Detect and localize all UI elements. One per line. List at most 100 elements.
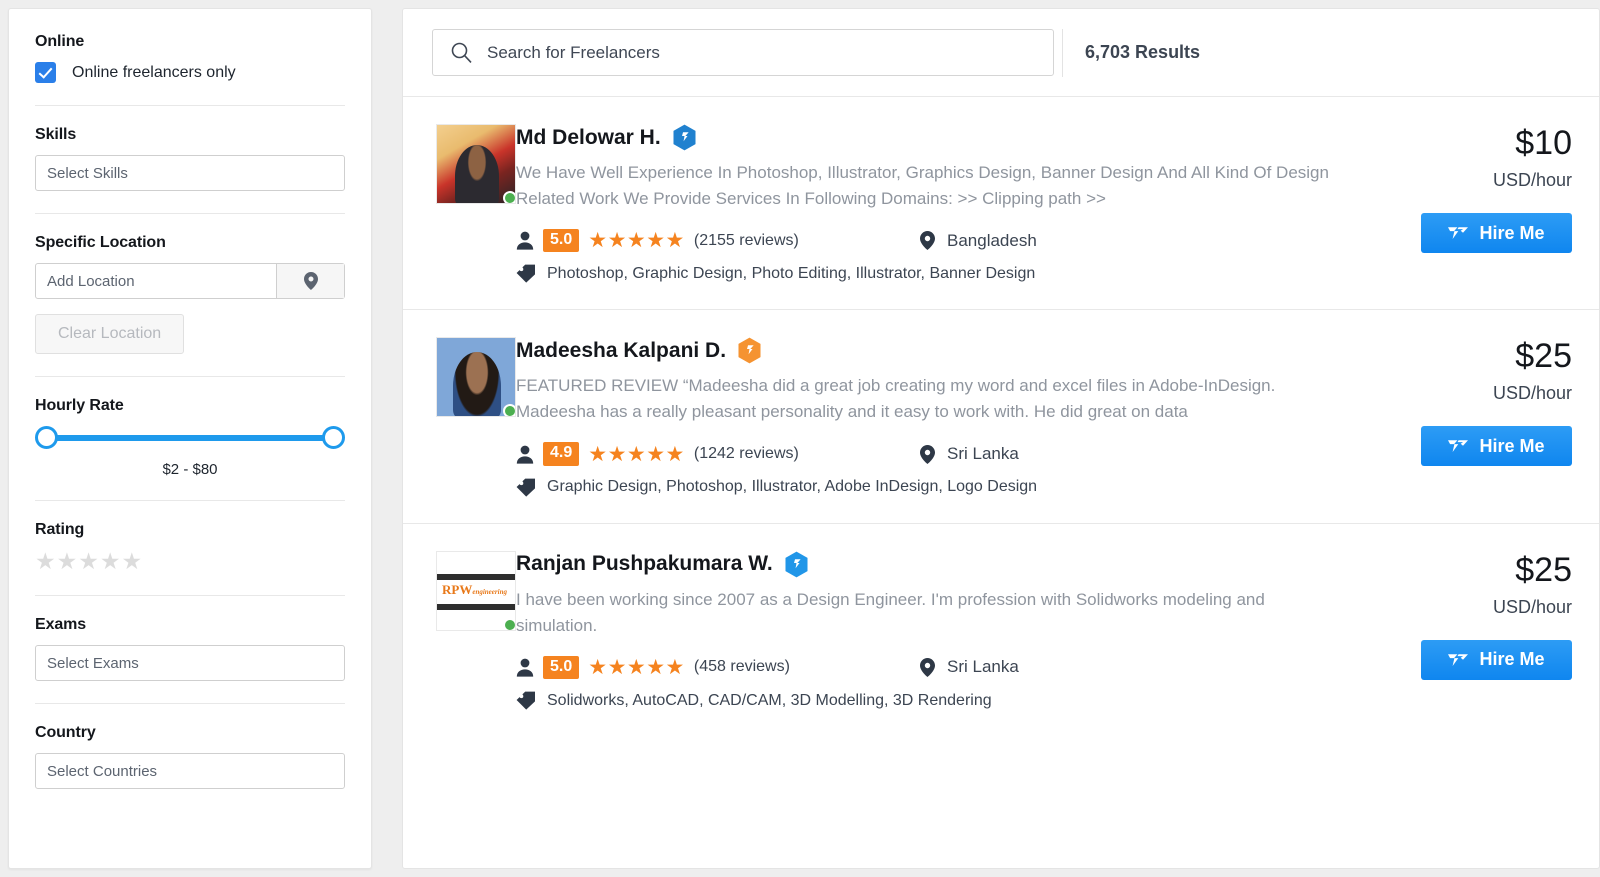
exams-select-input[interactable]: Select Exams bbox=[35, 645, 345, 681]
freelancer-card[interactable]: Md Delowar H. We Have Well Experience In… bbox=[403, 97, 1599, 311]
clear-location-button[interactable]: Clear Location bbox=[35, 314, 185, 354]
tag-icon bbox=[516, 478, 535, 497]
filter-section-skills: Skills Select Skills bbox=[35, 126, 345, 191]
hourly-price: $25 bbox=[1515, 337, 1572, 376]
filter-section-hourly-rate: Hourly Rate $2 - $80 bbox=[35, 397, 345, 478]
results-panel: Search for Freelancers 6,703 Results Md … bbox=[402, 8, 1600, 869]
skills-list: Solidworks, AutoCAD, CAD/CAM, 3D Modelli… bbox=[547, 691, 992, 709]
hire-me-button[interactable]: Hire Me bbox=[1421, 426, 1572, 467]
slider-track bbox=[43, 435, 337, 441]
verified-hexagon-badge-icon bbox=[673, 124, 696, 151]
online-freelancers-only-row[interactable]: Online freelancers only bbox=[35, 62, 345, 83]
freelancer-details: Madeesha Kalpani D. FEATURED REVIEW “Mad… bbox=[516, 337, 1369, 497]
slider-handle-min[interactable] bbox=[35, 426, 58, 449]
hire-me-button[interactable]: Hire Me bbox=[1421, 639, 1572, 680]
rating-stars-selector[interactable]: ★★★★★ bbox=[35, 550, 345, 573]
freelancer-bird-icon bbox=[1448, 440, 1469, 453]
location-group: Sri Lanka bbox=[920, 657, 1019, 677]
avatar-column: RPWengineering bbox=[403, 550, 516, 710]
freelancer-name[interactable]: Ranjan Pushpakumara W. bbox=[516, 552, 773, 576]
rating-stars: ★★★★★ bbox=[588, 229, 685, 253]
review-count: (2155 reviews) bbox=[693, 231, 799, 249]
filter-title-online: Online bbox=[35, 33, 85, 50]
divider bbox=[35, 703, 345, 704]
person-icon bbox=[516, 445, 534, 464]
results-panel-wrapper: Search for Freelancers 6,703 Results Md … bbox=[372, 0, 1600, 877]
freelancer-tagline: I have been working since 2007 as a Desi… bbox=[516, 589, 1265, 635]
avatar[interactable] bbox=[436, 337, 516, 418]
price-column: $25 USD/hour Hire Me bbox=[1369, 551, 1599, 710]
freelancer-details: Ranjan Pushpakumara W. I have been worki… bbox=[516, 551, 1369, 710]
slider-handle-max[interactable] bbox=[322, 426, 345, 449]
divider bbox=[35, 213, 345, 214]
location-name: Sri Lanka bbox=[947, 657, 1019, 677]
skills-row: Solidworks, AutoCAD, CAD/CAM, 3D Modelli… bbox=[516, 691, 1349, 710]
online-status-dot bbox=[503, 617, 515, 630]
rating-group: 5.0 ★★★★★ (458 reviews) bbox=[516, 655, 920, 680]
divider bbox=[35, 376, 345, 377]
location-pin-icon bbox=[920, 657, 935, 677]
hire-me-button[interactable]: Hire Me bbox=[1421, 213, 1572, 253]
freelancer-name[interactable]: Madeesha Kalpani D. bbox=[516, 339, 726, 363]
hourly-price-unit: USD/hour bbox=[1492, 383, 1572, 404]
online-status-dot bbox=[503, 191, 515, 203]
avatar-logo-bar bbox=[437, 603, 515, 610]
skills-row: Graphic Design, Photoshop, Illustrator, … bbox=[516, 478, 1349, 497]
rating-value-badge: 5.0 bbox=[543, 229, 580, 253]
rating-value-badge: 5.0 bbox=[543, 655, 580, 680]
freelancer-name[interactable]: Md Delowar H. bbox=[516, 126, 661, 150]
review-count: (458 reviews) bbox=[693, 658, 790, 676]
hourly-price: $25 bbox=[1515, 550, 1572, 589]
location-pin-icon bbox=[920, 231, 935, 251]
hourly-price: $10 bbox=[1515, 124, 1572, 162]
avatar[interactable]: RPWengineering bbox=[436, 550, 516, 631]
search-bar: Search for Freelancers 6,703 Results bbox=[403, 9, 1599, 97]
rating-value-badge: 4.9 bbox=[543, 442, 580, 466]
skills-list: Graphic Design, Photoshop, Illustrator, … bbox=[547, 478, 1038, 496]
location-name: Sri Lanka bbox=[947, 444, 1019, 464]
verified-hexagon-badge-icon bbox=[785, 551, 808, 578]
location-placeholder: Add Location bbox=[47, 272, 135, 290]
filter-section-rating: Rating ★★★★★ bbox=[35, 521, 345, 573]
avatar-column bbox=[403, 337, 516, 496]
filter-section-online: Online Online freelancers only bbox=[35, 33, 345, 83]
rating-group: 4.9 ★★★★★ (1242 reviews) bbox=[516, 442, 920, 466]
name-row: Ranjan Pushpakumara W. bbox=[516, 551, 1349, 578]
freelancer-search-page: Online Online freelancers only Skills Se… bbox=[0, 0, 1600, 877]
divider bbox=[35, 105, 345, 106]
divider bbox=[35, 500, 345, 501]
avatar-logo-bar bbox=[437, 573, 515, 580]
online-freelancers-only-label: Online freelancers only bbox=[72, 63, 236, 81]
divider bbox=[35, 595, 345, 596]
hire-me-label: Hire Me bbox=[1479, 222, 1545, 243]
location-field[interactable]: Add Location bbox=[35, 263, 345, 299]
freelancer-card[interactable]: Madeesha Kalpani D. FEATURED REVIEW “Mad… bbox=[403, 310, 1599, 524]
name-row: Md Delowar H. bbox=[516, 124, 1349, 151]
freelancer-card[interactable]: RPWengineering Ranjan Pushpakumara W. I … bbox=[403, 524, 1599, 736]
filter-title-country: Country bbox=[35, 724, 96, 741]
hourly-rate-slider[interactable] bbox=[35, 426, 345, 450]
hourly-price-unit: USD/hour bbox=[1492, 170, 1572, 190]
search-icon bbox=[451, 42, 472, 63]
price-column: $10 USD/hour Hire Me bbox=[1369, 124, 1599, 283]
country-select-input[interactable]: Select Countries bbox=[35, 753, 345, 789]
freelancer-tagline: FEATURED REVIEW “Madeesha did a great jo… bbox=[516, 376, 1276, 422]
filters-sidebar: Online Online freelancers only Skills Se… bbox=[8, 8, 372, 869]
skills-select-input[interactable]: Select Skills bbox=[35, 155, 345, 191]
exams-placeholder: Select Exams bbox=[47, 654, 139, 672]
freelancer-bird-icon bbox=[1448, 227, 1469, 239]
clear-location-label: Clear Location bbox=[58, 325, 162, 342]
skills-row: Photoshop, Graphic Design, Photo Editing… bbox=[516, 264, 1349, 283]
person-icon bbox=[516, 231, 534, 250]
skills-list: Photoshop, Graphic Design, Photo Editing… bbox=[547, 264, 1036, 282]
location-group: Bangladesh bbox=[920, 231, 1037, 251]
avatar[interactable] bbox=[436, 124, 516, 204]
search-input[interactable]: Search for Freelancers bbox=[432, 29, 1054, 76]
country-placeholder: Select Countries bbox=[47, 762, 158, 780]
online-freelancers-only-checkbox[interactable] bbox=[35, 62, 56, 83]
rating-group: 5.0 ★★★★★ (2155 reviews) bbox=[516, 229, 920, 253]
person-icon bbox=[516, 658, 534, 677]
freelancer-details: Md Delowar H. We Have Well Experience In… bbox=[516, 124, 1369, 283]
location-pin-icon bbox=[920, 444, 935, 464]
map-pin-icon[interactable] bbox=[276, 264, 344, 298]
